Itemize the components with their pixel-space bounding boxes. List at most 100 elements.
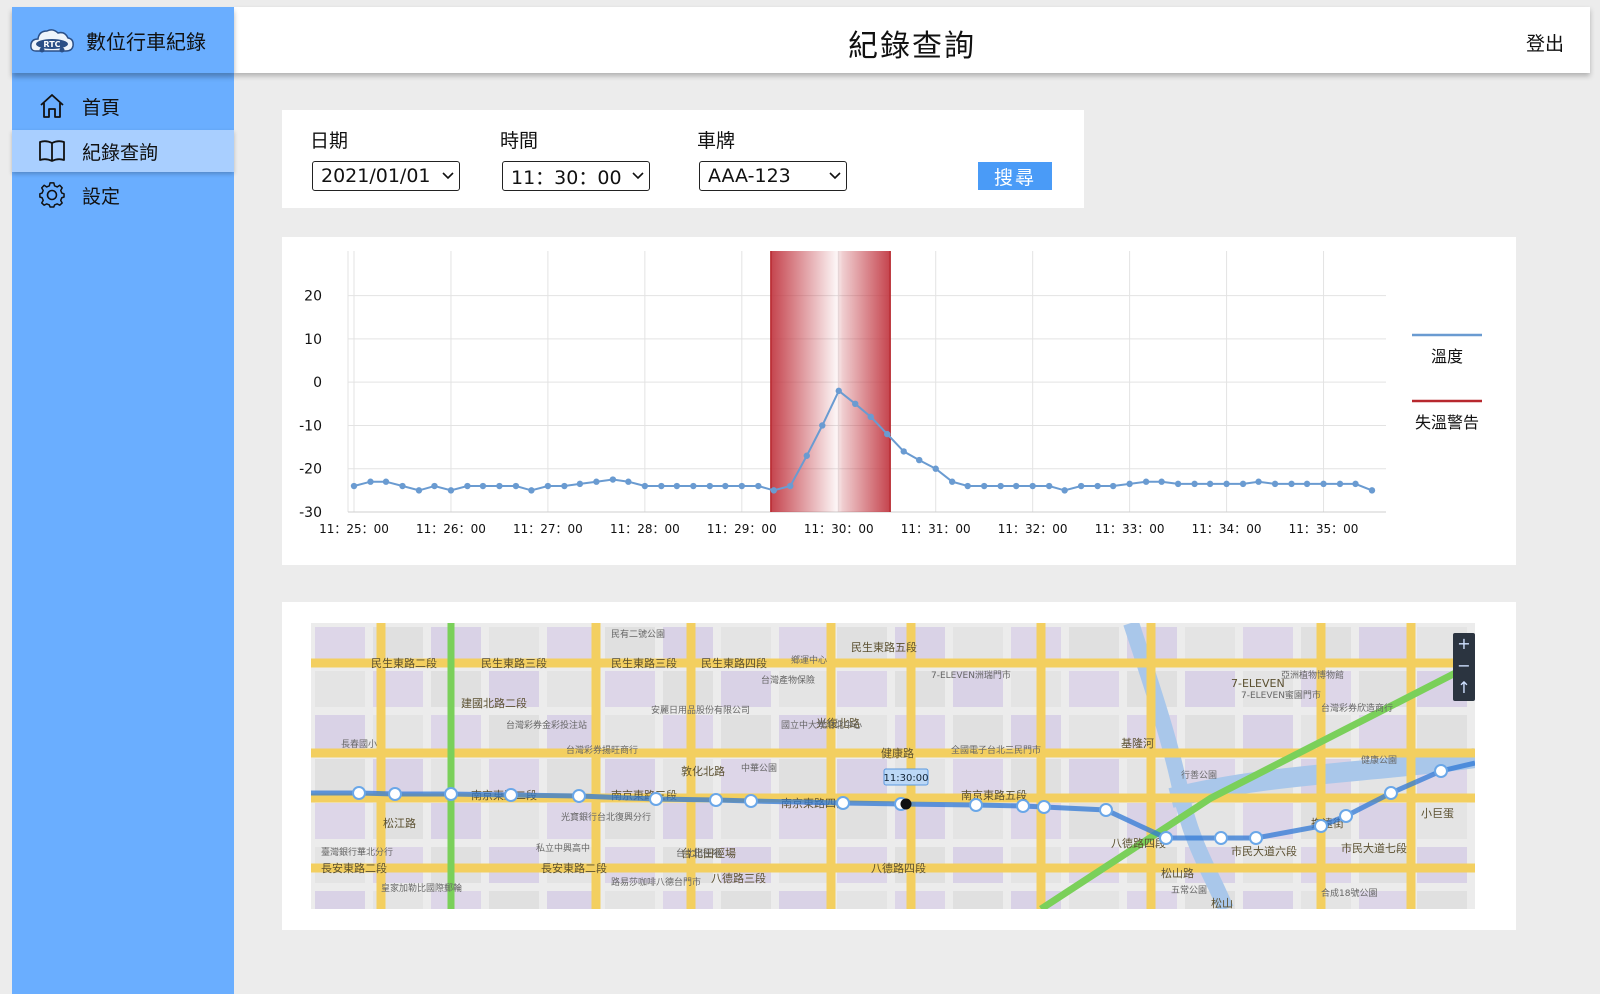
map-block: [315, 891, 365, 909]
route-point: [1214, 831, 1228, 845]
compass-button[interactable]: ↑: [1453, 677, 1475, 699]
route-point: [1037, 800, 1051, 814]
plate-value: AAA-123: [708, 165, 791, 187]
x-tick-label: 11：27：00: [513, 522, 583, 536]
brand-header[interactable]: RTC 數位行車紀錄: [12, 7, 234, 73]
data-point: [722, 482, 729, 490]
y-tick-label: -20: [299, 462, 322, 478]
map-street-label: 民生東路五段: [851, 640, 917, 654]
top-bar: 紀錄查詢 登出: [234, 7, 1590, 73]
route-point: [1384, 786, 1398, 800]
date-select[interactable]: 2021/01/01: [312, 161, 460, 191]
route-point: [1434, 764, 1448, 778]
map-block: [431, 715, 481, 751]
map-poi-label: 民有二號公園: [611, 628, 665, 640]
data-point: [625, 478, 632, 485]
map-block: [315, 627, 365, 663]
data-point: [1061, 487, 1068, 494]
zoom-out-button[interactable]: −: [1453, 655, 1475, 677]
map-street-label: 八德路四段: [871, 861, 926, 875]
data-point: [496, 482, 503, 490]
map-street-label: 八德路四段: [1111, 836, 1166, 850]
map-poi-label: 健康公園: [1361, 754, 1397, 766]
map-street-label: 市民大道七段: [1341, 841, 1407, 855]
sidebar-item-records[interactable]: 紀錄查詢: [12, 130, 234, 172]
map-poi-label: 長春國小: [341, 738, 377, 750]
route-point: [969, 798, 983, 812]
map-street-label: 基隆河: [1121, 736, 1154, 750]
map-block: [1069, 891, 1119, 909]
map-poi-label: 光寶銀行台北復興分行: [561, 811, 651, 823]
data-point: [561, 482, 568, 490]
x-tick-label: 11：25：00: [319, 522, 389, 536]
data-point: [770, 487, 778, 494]
logo-text: RTC: [43, 40, 60, 49]
map-street-label: 民生東路四段: [701, 656, 767, 670]
data-point: [382, 478, 390, 485]
brand-name: 數位行車紀錄: [86, 29, 206, 54]
map-poi-label: 全國電子台北三民門市: [951, 744, 1041, 756]
x-tick-label: 11：34：00: [1192, 522, 1262, 536]
data-point: [1045, 482, 1053, 490]
data-point: [1158, 478, 1165, 485]
y-tick-label: -10: [299, 418, 322, 434]
temperature-chart: 20 10 0 -10 -20 -3011：25：00 11：26：00 11：27：00 11…: [299, 251, 1482, 536]
data-point: [544, 482, 552, 490]
data-point: [852, 400, 859, 408]
x-tick-label: 11：28：00: [610, 522, 680, 536]
route-point: [1339, 809, 1353, 823]
map-block: [837, 891, 887, 909]
map-street-label: 敦化北路: [681, 764, 725, 778]
map-block: [1185, 715, 1235, 751]
map-block: [837, 759, 887, 795]
time-select[interactable]: 11：30：00: [502, 161, 650, 191]
time-value: 11：30：00: [511, 166, 622, 189]
home-icon: [38, 92, 66, 120]
data-point: [576, 480, 584, 488]
map-block: [895, 891, 945, 909]
time-marker-label: 11:30:00: [884, 773, 929, 784]
data-point: [593, 478, 600, 485]
map-street-label: 長安東路二段: [321, 861, 387, 875]
map-block: [1359, 627, 1409, 663]
map-poi-label: 中華公園: [741, 762, 777, 774]
logout-button[interactable]: 登出: [1526, 29, 1564, 56]
data-point: [1094, 482, 1101, 490]
map-block: [1185, 627, 1235, 663]
data-point: [1029, 482, 1036, 490]
map-poi-label: 安麗日用品股份有限公司: [651, 704, 750, 716]
map-street-label: 7-ELEVEN: [1231, 677, 1285, 690]
y-tick-label: 10: [304, 332, 322, 348]
x-tick-label: 11：26：00: [416, 522, 486, 536]
sidebar-item-settings[interactable]: 設定: [12, 174, 234, 216]
data-point: [673, 482, 681, 490]
y-tick-label: 0: [313, 375, 322, 391]
chevron-down-icon: [627, 172, 649, 180]
data-point: [1142, 478, 1150, 485]
map-street-label: 健康路: [881, 746, 914, 760]
sidebar-item-home[interactable]: 首頁: [12, 85, 234, 127]
map-block: [721, 803, 771, 839]
map-block: [605, 671, 655, 707]
search-button[interactable]: 搜尋: [978, 162, 1052, 190]
map-block: [837, 671, 887, 707]
map-canvas: 民生東路二段 民生東路三段 民生東路三段 民生東路四段民生東路五段南京東路二段 南京東路…: [311, 623, 1475, 909]
map-block: [605, 891, 655, 909]
map-block: [779, 759, 829, 795]
page-title: 紀錄查詢: [848, 29, 976, 64]
map-block: [1417, 891, 1467, 909]
route-point: [1159, 831, 1173, 845]
data-point: [867, 413, 874, 420]
map-block: [953, 627, 1003, 663]
map-poi-label: 7-ELEVEN洲瑞門市: [931, 669, 1011, 681]
plate-select[interactable]: AAA-123: [699, 161, 847, 191]
legend-label: 失溫警告: [1415, 413, 1479, 432]
zoom-in-button[interactable]: +: [1453, 633, 1475, 655]
data-point: [528, 487, 535, 494]
plate-label: 車牌: [697, 130, 736, 152]
map-panel: 民生東路二段 民生東路三段 民生東路三段 民生東路四段 民生東路五段 南京東路二段 南京東路…: [282, 602, 1516, 930]
route-map[interactable]: 民生東路二段 民生東路三段 民生東路三段 民生東路四段 民生東路五段 南京東路二段 南京東路…: [311, 623, 1475, 909]
map-street-label: 長安東路二段: [541, 861, 607, 875]
map-block: [489, 803, 539, 839]
map-street-label: 松山路: [1161, 866, 1194, 880]
